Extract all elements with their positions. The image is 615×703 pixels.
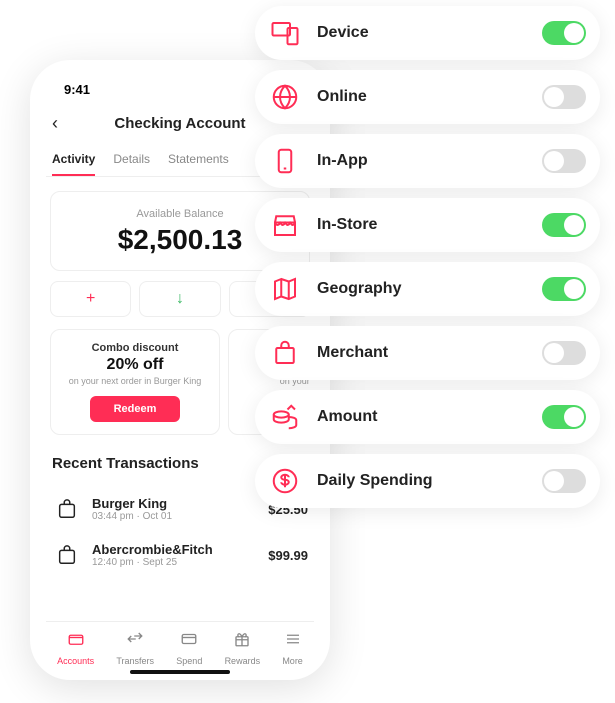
- nav-label: Rewards: [225, 656, 261, 666]
- toggle-in-app[interactable]: [542, 149, 586, 173]
- wallet-icon: [67, 630, 85, 653]
- nav-label: Accounts: [57, 656, 94, 666]
- pill-amount: Amount: [255, 390, 600, 444]
- device-icon: [267, 15, 303, 51]
- transaction-time: 12:40 pm · Sept 25: [92, 557, 258, 568]
- transaction-row[interactable]: Abercrombie&Fitch 12:40 pm · Sept 25 $99…: [46, 532, 314, 578]
- toggle-merchant[interactable]: [542, 341, 586, 365]
- action-add[interactable]: +: [50, 281, 131, 317]
- pill-geography: Geography: [255, 262, 600, 316]
- control-pills: Device Online In-App In-Store Geography: [255, 6, 600, 508]
- pill-online: Online: [255, 70, 600, 124]
- nav-accounts[interactable]: Accounts: [57, 630, 94, 666]
- pill-label: Daily Spending: [317, 472, 528, 490]
- transaction-amount: $99.99: [268, 548, 308, 563]
- pill-label: Device: [317, 24, 528, 42]
- nav-transfers[interactable]: Transfers: [116, 630, 154, 666]
- card-icon: [180, 630, 198, 653]
- nav-label: Transfers: [116, 656, 154, 666]
- store-icon: [267, 207, 303, 243]
- transaction-info: Abercrombie&Fitch 12:40 pm · Sept 25: [92, 542, 258, 568]
- status-time: 9:41: [64, 82, 90, 97]
- pill-in-app: In-App: [255, 134, 600, 188]
- promo-title: Combo discount: [61, 342, 209, 354]
- nav-rewards[interactable]: Rewards: [225, 630, 261, 666]
- bag-icon: [52, 494, 82, 524]
- bottom-nav: Accounts Transfers Spend Rewards More: [46, 621, 314, 670]
- bag-icon: [267, 335, 303, 371]
- bag-icon: [52, 540, 82, 570]
- nav-more[interactable]: More: [282, 630, 303, 666]
- transaction-time: 03:44 pm · Oct 01: [92, 511, 258, 522]
- pill-label: In-App: [317, 152, 528, 170]
- phone-icon: [267, 143, 303, 179]
- transaction-info: Burger King 03:44 pm · Oct 01: [92, 496, 258, 522]
- pill-label: Online: [317, 88, 528, 106]
- promo-card-1: Combo discount 20% off on your next orde…: [50, 329, 220, 435]
- toggle-online[interactable]: [542, 85, 586, 109]
- dollar-icon: [267, 463, 303, 499]
- pill-label: In-Store: [317, 216, 528, 234]
- nav-spend[interactable]: Spend: [176, 630, 202, 666]
- promo-sub: on your next order in Burger King: [61, 376, 209, 386]
- coins-icon: [267, 399, 303, 435]
- toggle-device[interactable]: [542, 21, 586, 45]
- toggle-in-store[interactable]: [542, 213, 586, 237]
- gift-icon: [233, 630, 251, 653]
- toggle-geography[interactable]: [542, 277, 586, 301]
- tab-statements[interactable]: Statements: [168, 144, 229, 176]
- action-receive[interactable]: ↓: [139, 281, 220, 317]
- tab-details[interactable]: Details: [113, 144, 150, 176]
- tab-activity[interactable]: Activity: [52, 144, 95, 176]
- transaction-name: Abercrombie&Fitch: [92, 542, 258, 557]
- transfers-icon: [126, 630, 144, 653]
- pill-label: Amount: [317, 408, 528, 426]
- toggle-amount[interactable]: [542, 405, 586, 429]
- pill-in-store: In-Store: [255, 198, 600, 252]
- toggle-daily-spending[interactable]: [542, 469, 586, 493]
- transaction-name: Burger King: [92, 496, 258, 511]
- menu-icon: [284, 630, 302, 653]
- pill-daily-spending: Daily Spending: [255, 454, 600, 508]
- redeem-button[interactable]: Redeem: [90, 396, 181, 422]
- nav-label: More: [282, 656, 303, 666]
- globe-icon: [267, 79, 303, 115]
- pill-merchant: Merchant: [255, 326, 600, 380]
- promo-discount: 20% off: [61, 356, 209, 374]
- pill-label: Merchant: [317, 344, 528, 362]
- map-icon: [267, 271, 303, 307]
- home-indicator: [130, 670, 230, 674]
- nav-label: Spend: [176, 656, 202, 666]
- pill-device: Device: [255, 6, 600, 60]
- pill-label: Geography: [317, 280, 528, 298]
